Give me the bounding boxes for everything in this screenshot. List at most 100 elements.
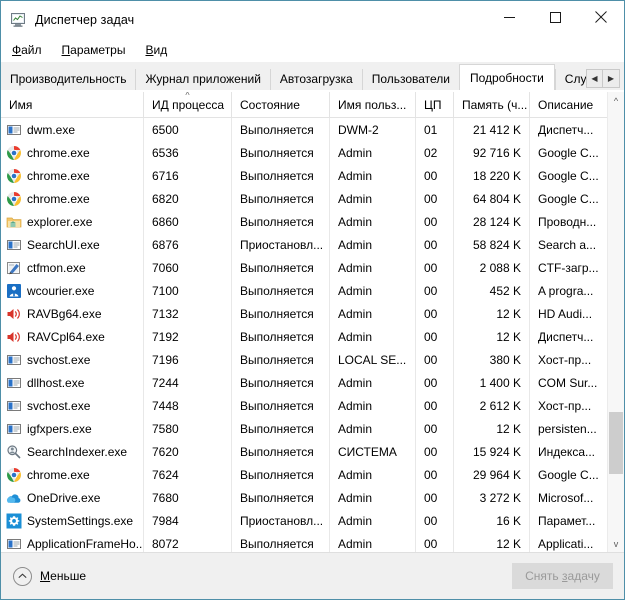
menu-options[interactable]: Параметры bbox=[60, 41, 135, 59]
table-row[interactable]: RAVCpl64.exe 7192 Выполняется Admin 00 12 K Ди… bbox=[1, 325, 624, 348]
chrome-icon bbox=[6, 467, 22, 483]
window-app-icon bbox=[6, 536, 22, 552]
maximize-button[interactable] bbox=[532, 1, 578, 33]
process-name-label: OneDrive.exe bbox=[27, 490, 101, 505]
sort-ascending-icon: ^ bbox=[185, 92, 190, 100]
menu-file[interactable]: Файл bbox=[10, 41, 51, 59]
vertical-scrollbar[interactable]: ^ v bbox=[607, 92, 624, 552]
cell-pid: 7192 bbox=[144, 325, 232, 348]
vertical-scroll-thumb[interactable] bbox=[609, 412, 623, 474]
footer-bar: Меньше Снять задачу bbox=[1, 552, 624, 599]
window-app-icon bbox=[6, 375, 22, 391]
cell-mem: 28 124 K bbox=[454, 210, 530, 233]
end-task-label: Снять задачу bbox=[525, 569, 600, 583]
end-task-button[interactable]: Снять задачу bbox=[512, 563, 613, 589]
cell-mem: 92 716 K bbox=[454, 141, 530, 164]
speaker-icon bbox=[6, 306, 22, 322]
task-manager-window: Диспетчер задач Файл Параметры Вид Произ… bbox=[0, 0, 625, 600]
cell-user: LOCAL SE... bbox=[330, 348, 416, 371]
fewer-details-label: Меньше bbox=[40, 569, 86, 583]
cell-state: Выполняется bbox=[232, 348, 330, 371]
tab-details[interactable]: Подробности bbox=[459, 64, 555, 90]
cell-mem: 2 612 K bbox=[454, 394, 530, 417]
table-row[interactable]: OneDrive.exe 7680 Выполняется Admin 00 3 272 … bbox=[1, 486, 624, 509]
cell-mem: 21 412 K bbox=[454, 118, 530, 141]
tab-app-history[interactable]: Журнал приложений bbox=[135, 69, 270, 90]
cell-state: Выполняется bbox=[232, 486, 330, 509]
tab-performance[interactable]: Производительность bbox=[1, 69, 136, 90]
process-name-label: wcourier.exe bbox=[27, 283, 95, 298]
process-name-label: SearchIndexer.exe bbox=[27, 444, 128, 459]
tab-scroll-right-icon[interactable]: ▶ bbox=[603, 69, 620, 88]
table-row[interactable]: RAVBg64.exe 7132 Выполняется Admin 00 12 K HD … bbox=[1, 302, 624, 325]
column-header-name[interactable]: Имя bbox=[1, 92, 144, 117]
table-row[interactable]: chrome.exe 6820 Выполняется Admin 00 64 804 K… bbox=[1, 187, 624, 210]
cell-user: Admin bbox=[330, 256, 416, 279]
column-header-memory[interactable]: Память (ч... bbox=[454, 92, 530, 117]
tab-strip: Производительность Журнал приложений Авт… bbox=[1, 62, 624, 91]
cell-mem: 2 088 K bbox=[454, 256, 530, 279]
table-row[interactable]: svchost.exe 7448 Выполняется Admin 00 2 612 K… bbox=[1, 394, 624, 417]
column-header-user[interactable]: Имя польз... bbox=[330, 92, 416, 117]
column-header-cpu[interactable]: ЦП bbox=[416, 92, 454, 117]
cell-cpu: 00 bbox=[416, 164, 454, 187]
tab-services[interactable]: Службы bbox=[554, 69, 586, 90]
cell-user: Admin bbox=[330, 532, 416, 552]
cell-pid: 7132 bbox=[144, 302, 232, 325]
cell-cpu: 00 bbox=[416, 187, 454, 210]
column-header-description[interactable]: Описание bbox=[530, 92, 610, 117]
table-row[interactable]: chrome.exe 6536 Выполняется Admin 02 92 716 K… bbox=[1, 141, 624, 164]
table-row[interactable]: SearchIndexer.exe 7620 Выполняется СИСТЕМА 0… bbox=[1, 440, 624, 463]
cell-pid: 8072 bbox=[144, 532, 232, 552]
cell-user: Admin bbox=[330, 463, 416, 486]
tab-users[interactable]: Пользователи bbox=[361, 69, 460, 90]
table-row[interactable]: svchost.exe 7196 Выполняется LOCAL SE... 00 3… bbox=[1, 348, 624, 371]
table-row[interactable]: chrome.exe 6716 Выполняется Admin 00 18 220 K… bbox=[1, 164, 624, 187]
chrome-icon bbox=[6, 168, 22, 184]
table-row[interactable]: explorer.exe 6860 Выполняется Admin 00 28 124… bbox=[1, 210, 624, 233]
cell-pid: 7624 bbox=[144, 463, 232, 486]
cell-desc: Парамет... bbox=[538, 513, 596, 528]
table-row[interactable]: dllhost.exe 7244 Выполняется Admin 00 1 400 K… bbox=[1, 371, 624, 394]
minimize-button[interactable] bbox=[486, 1, 532, 33]
table-row[interactable]: ctfmon.exe 7060 Выполняется Admin 00 2 088 K C… bbox=[1, 256, 624, 279]
cell-state: Выполняется bbox=[232, 440, 330, 463]
cell-cpu: 00 bbox=[416, 210, 454, 233]
cell-process-name: dwm.exe bbox=[1, 118, 144, 141]
cell-cpu: 00 bbox=[416, 463, 454, 486]
fewer-details-button[interactable]: Меньше bbox=[13, 566, 86, 586]
cell-mem: 3 272 K bbox=[454, 486, 530, 509]
cell-user: Admin bbox=[330, 187, 416, 210]
table-row[interactable]: ApplicationFrameHo... 8072 Выполняется Admi… bbox=[1, 532, 624, 552]
cell-pid: 7580 bbox=[144, 417, 232, 440]
column-header-pid[interactable]: ^ ИД процесса bbox=[144, 92, 232, 117]
folder-icon bbox=[6, 214, 22, 230]
process-name-label: RAVCpl64.exe bbox=[27, 329, 105, 344]
cell-pid: 7620 bbox=[144, 440, 232, 463]
table-row[interactable]: SystemSettings.exe 7984 Приостановл... Admi… bbox=[1, 509, 624, 532]
table-row[interactable]: dwm.exe 6500 Выполняется DWM-2 01 21 412 K Дис… bbox=[1, 118, 624, 141]
process-name-label: explorer.exe bbox=[27, 214, 93, 229]
cell-mem: 12 K bbox=[454, 532, 530, 552]
tab-startup[interactable]: Автозагрузка bbox=[269, 69, 362, 90]
table-row[interactable]: chrome.exe 7624 Выполняется Admin 00 29 964 K… bbox=[1, 463, 624, 486]
cell-state: Выполняется bbox=[232, 141, 330, 164]
cell-desc: Applicati... bbox=[538, 536, 594, 551]
chevron-up-circle-icon bbox=[13, 566, 32, 586]
cell-process-name: svchost.exe bbox=[1, 394, 144, 417]
column-header-state[interactable]: Состояние bbox=[232, 92, 330, 117]
scroll-down-icon[interactable]: v bbox=[608, 535, 624, 552]
cell-process-name: chrome.exe bbox=[1, 164, 144, 187]
cell-desc: CTF-загр... bbox=[538, 260, 599, 275]
cell-cpu: 00 bbox=[416, 532, 454, 552]
cell-user: Admin bbox=[330, 371, 416, 394]
table-row[interactable]: wcourier.exe 7100 Выполняется Admin 00 452 K A… bbox=[1, 279, 624, 302]
table-row[interactable]: igfxpers.exe 7580 Выполняется Admin 00 12 K pe… bbox=[1, 417, 624, 440]
menu-view[interactable]: Вид bbox=[143, 41, 176, 59]
scroll-up-icon[interactable]: ^ bbox=[608, 92, 624, 109]
table-row[interactable]: SearchUI.exe 6876 Приостановл... Admin 00 58 … bbox=[1, 233, 624, 256]
cell-process-name: ctfmon.exe bbox=[1, 256, 144, 279]
tab-scroll-left-icon[interactable]: ◀ bbox=[586, 69, 603, 88]
close-button[interactable] bbox=[578, 1, 624, 33]
cell-desc: Google C... bbox=[538, 467, 599, 482]
